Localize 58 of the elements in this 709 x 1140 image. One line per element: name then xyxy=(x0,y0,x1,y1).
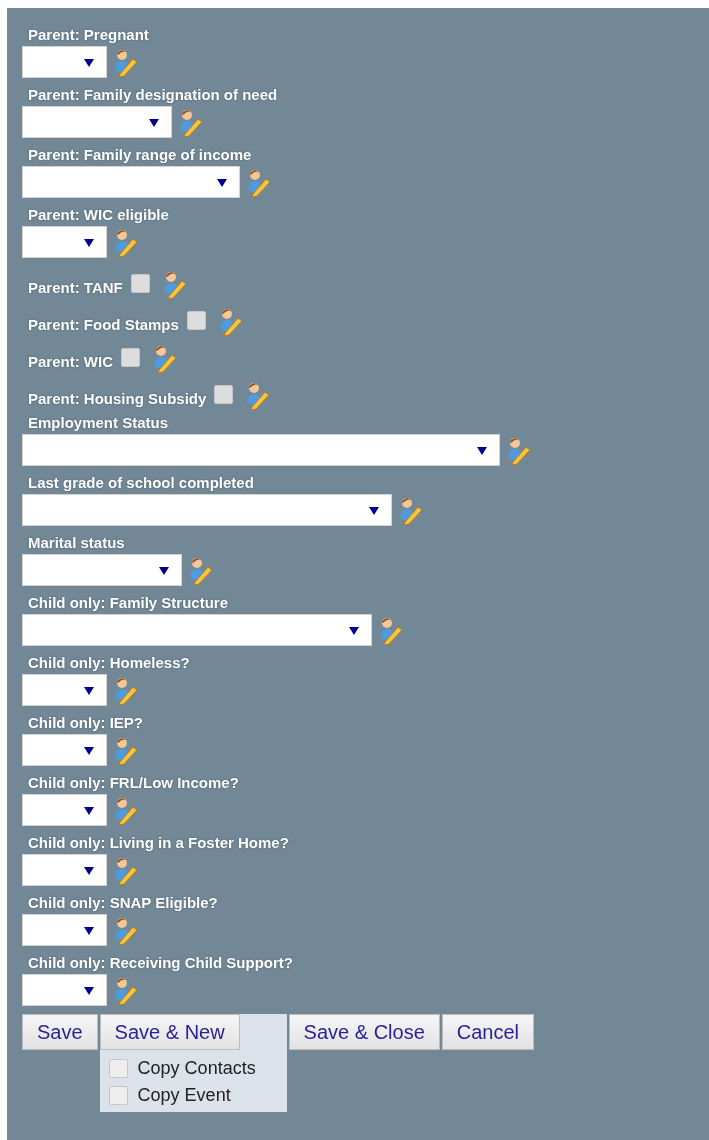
dropdown-arrow-icon xyxy=(477,447,487,455)
dropdown-field[interactable] xyxy=(22,674,107,706)
field-label: Parent: Family designation of need xyxy=(27,85,279,104)
dropdown-arrow-icon xyxy=(84,807,94,815)
dropdown-field[interactable] xyxy=(22,106,172,138)
option-label: Copy Contacts xyxy=(137,1058,256,1079)
field-label: Parent: WIC eligible xyxy=(27,205,170,224)
save-new-button[interactable]: Save & New xyxy=(99,1014,240,1050)
dropdown-field[interactable] xyxy=(22,854,107,886)
dropdown-arrow-icon xyxy=(369,507,379,515)
dropdown-field[interactable] xyxy=(22,914,107,946)
field-label: Child only: Family Structure xyxy=(27,593,230,612)
dropdown-arrow-icon xyxy=(84,927,94,935)
dropdown-arrow-icon xyxy=(84,59,94,67)
dropdown-field[interactable] xyxy=(22,166,240,198)
dropdown-field[interactable] xyxy=(22,434,500,466)
dropdown-arrow-icon xyxy=(217,179,227,187)
dropdown-arrow-icon xyxy=(84,747,94,755)
field-label: Parent: Family range of income xyxy=(27,145,253,164)
field-label: Parent: WIC xyxy=(27,352,113,371)
dropdown-field[interactable] xyxy=(22,614,372,646)
dropdown-field[interactable] xyxy=(22,974,107,1006)
form-button[interactable]: Save xyxy=(22,1014,98,1050)
dropdown-field[interactable] xyxy=(22,46,107,78)
field-label: Parent: TANF xyxy=(27,278,123,297)
field-label: Child only: Receiving Child Support? xyxy=(27,953,294,972)
form-button[interactable]: Cancel xyxy=(441,1014,535,1050)
dropdown-field[interactable] xyxy=(22,554,182,586)
checkbox[interactable] xyxy=(186,311,206,330)
dropdown-field[interactable] xyxy=(22,494,392,526)
dropdown-arrow-icon xyxy=(84,239,94,247)
checkbox[interactable] xyxy=(130,274,150,293)
field-label: Last grade of school completed xyxy=(27,473,255,492)
checkbox[interactable] xyxy=(108,1059,128,1078)
field-label: Parent: Food Stamps xyxy=(27,315,179,334)
field-label: Child only: SNAP Eligible? xyxy=(27,893,219,912)
field-label: Marital status xyxy=(27,533,126,552)
dropdown-arrow-icon xyxy=(84,987,94,995)
dropdown-arrow-icon xyxy=(84,687,94,695)
dropdown-arrow-icon xyxy=(349,627,359,635)
dropdown-field[interactable] xyxy=(22,734,107,766)
field-label: Employment Status xyxy=(27,413,170,432)
dropdown-field[interactable] xyxy=(22,794,107,826)
checkbox[interactable] xyxy=(214,385,234,404)
option-label: Copy Event xyxy=(137,1085,231,1106)
field-label: Parent: Housing Subsidy xyxy=(27,389,207,408)
field-label: Child only: Living in a Foster Home? xyxy=(27,833,290,852)
checkbox[interactable] xyxy=(121,348,140,367)
form-button[interactable]: Save & Close xyxy=(288,1014,440,1050)
field-label: Child only: FRL/Low Income? xyxy=(27,773,240,792)
field-label: Child only: Homeless? xyxy=(27,653,191,672)
checkbox[interactable] xyxy=(108,1086,128,1105)
dropdown-field[interactable] xyxy=(22,226,107,258)
field-label: Parent: Pregnant xyxy=(27,25,150,44)
dropdown-arrow-icon xyxy=(84,867,94,875)
dropdown-arrow-icon xyxy=(149,119,159,127)
field-label: Child only: IEP? xyxy=(27,713,144,732)
dropdown-arrow-icon xyxy=(159,567,169,575)
